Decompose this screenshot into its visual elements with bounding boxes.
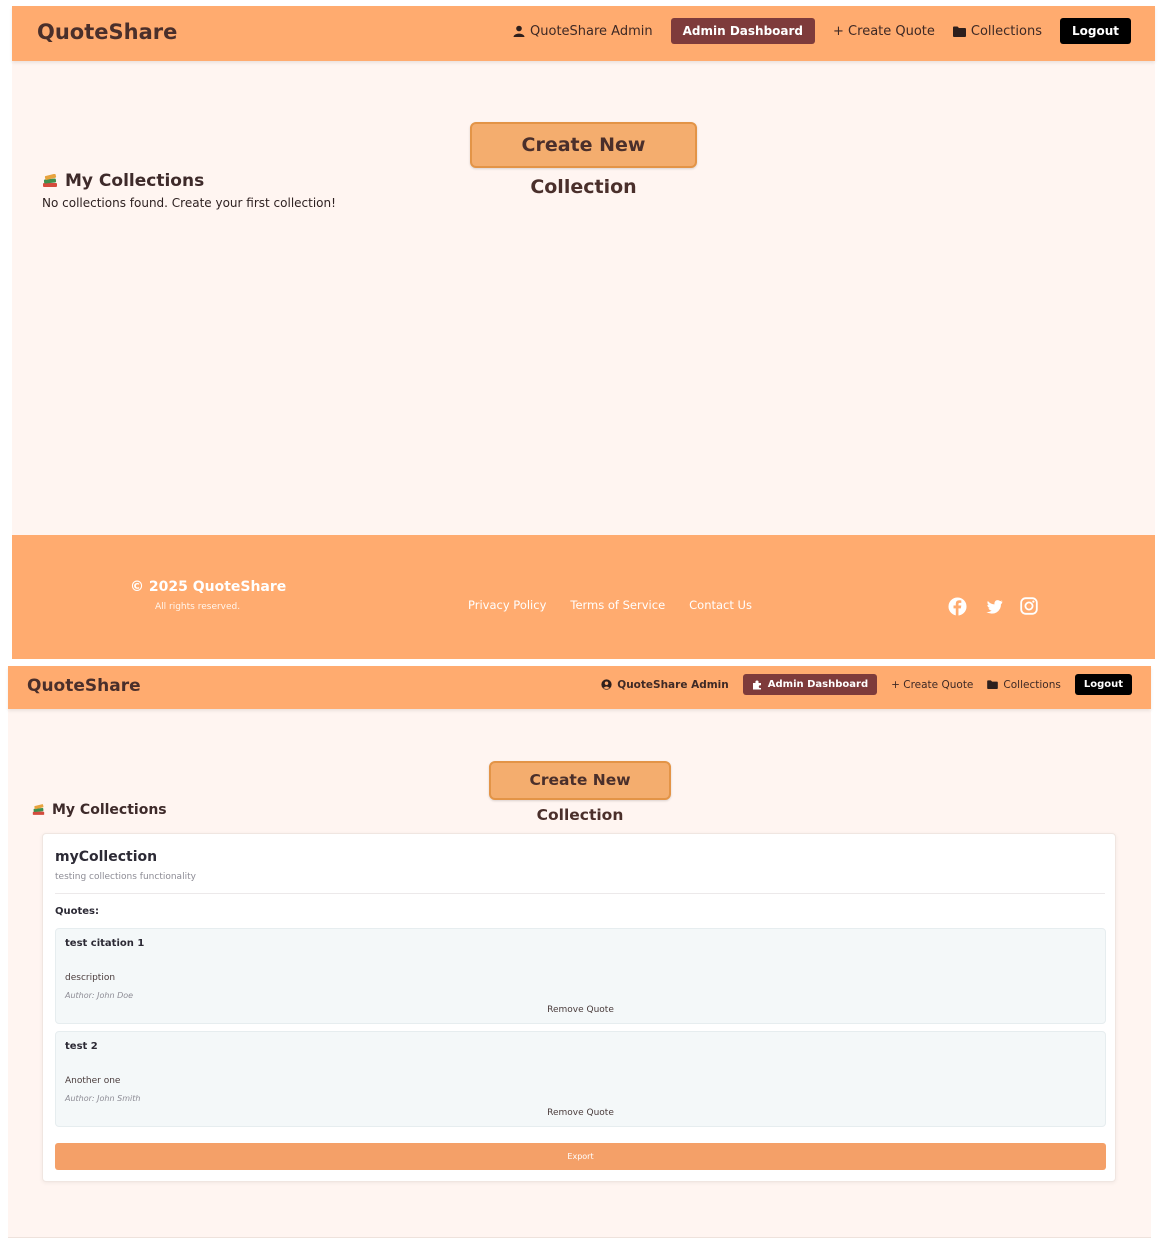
- facebook-icon[interactable]: [948, 597, 967, 616]
- quote-item: test 2 Another one Author: John Smith Re…: [55, 1031, 1106, 1127]
- footer-rights: All rights reserved.: [155, 602, 241, 612]
- nav-links: QuoteShare Admin Admin Dashboard + Creat…: [513, 18, 1131, 44]
- quote-title: test 2: [65, 1041, 98, 1052]
- quote-item: test citation 1 description Author: John…: [55, 928, 1106, 1024]
- collection-name: myCollection: [55, 849, 158, 865]
- section-title-text: My Collections: [65, 171, 205, 191]
- collection-description: testing collections functionality: [55, 872, 196, 882]
- create-quote-link[interactable]: + Create Quote: [891, 679, 973, 691]
- create-new-collection-button[interactable]: Create New Collection: [489, 761, 671, 824]
- collections-link-label: Collections: [1003, 678, 1061, 691]
- logout-button[interactable]: Logout: [1074, 674, 1132, 695]
- footer-links: Privacy Policy Terms of Service Contact …: [468, 598, 752, 612]
- nav-user[interactable]: QuoteShare Admin: [513, 24, 653, 39]
- privacy-policy-link[interactable]: Privacy Policy: [468, 598, 546, 612]
- navbar: QuoteShare QuoteShare Admin Admin Dashbo…: [8, 666, 1151, 709]
- quote-author: Author: John Smith: [65, 1094, 141, 1103]
- navbar: QuoteShare QuoteShare Admin Admin Dashbo…: [12, 6, 1155, 61]
- collections-link-label: Collections: [970, 23, 1042, 39]
- puzzle-icon: [752, 680, 762, 690]
- brand-logo[interactable]: QuoteShare: [37, 20, 177, 44]
- nav-user[interactable]: QuoteShare Admin: [601, 679, 729, 691]
- remove-quote-button[interactable]: Remove Quote: [56, 1005, 1105, 1015]
- nav-user-label: QuoteShare Admin: [530, 23, 653, 39]
- remove-quote-button[interactable]: Remove Quote: [56, 1108, 1105, 1118]
- terms-of-service-link[interactable]: Terms of Service: [570, 598, 665, 612]
- footer: © 2025 QuoteShare All rights reserved. P…: [12, 535, 1155, 659]
- quote-title: test citation 1: [65, 938, 145, 949]
- folder-icon: [952, 26, 966, 37]
- instagram-icon[interactable]: [1020, 597, 1038, 616]
- brand-logo[interactable]: QuoteShare: [27, 676, 141, 696]
- folder-icon: [987, 680, 999, 689]
- user-circle-icon: [601, 679, 612, 690]
- screen-empty-collections: QuoteShare QuoteShare Admin Admin Dashbo…: [12, 6, 1155, 659]
- divider: [55, 893, 1105, 894]
- section-title: My Collections: [42, 171, 204, 191]
- admin-dashboard-button[interactable]: Admin Dashboard: [742, 674, 878, 695]
- quote-author: Author: John Doe: [65, 991, 134, 1000]
- create-quote-link[interactable]: + Create Quote: [833, 24, 935, 39]
- admin-dashboard-label: Admin Dashboard: [767, 679, 869, 690]
- admin-dashboard-button[interactable]: Admin Dashboard: [670, 18, 816, 44]
- collections-link[interactable]: Collections: [952, 23, 1042, 39]
- footer-copyright: © 2025 QuoteShare: [130, 579, 287, 595]
- create-new-collection-button[interactable]: Create New Collection: [470, 122, 697, 198]
- collection-card: myCollection testing collections functio…: [42, 833, 1116, 1182]
- quote-description: Another one: [65, 1076, 121, 1086]
- quotes-label: Quotes:: [55, 906, 100, 917]
- logout-button[interactable]: Logout: [1059, 18, 1131, 44]
- quote-description: description: [65, 973, 116, 983]
- books-icon: [42, 174, 58, 188]
- nav-user-label: QuoteShare Admin: [617, 678, 729, 691]
- nav-links: QuoteShare Admin Admin Dashboard + Creat…: [601, 674, 1132, 695]
- user-icon: [513, 25, 525, 37]
- contact-us-link[interactable]: Contact Us: [689, 598, 752, 612]
- screen-collection-list: QuoteShare QuoteShare Admin Admin Dashbo…: [8, 666, 1151, 1238]
- social-links: [948, 597, 1038, 616]
- section-title-text: My Collections: [52, 802, 167, 818]
- empty-collections-message: No collections found. Create your first …: [42, 196, 336, 210]
- books-icon: [32, 804, 45, 816]
- export-button[interactable]: Export: [55, 1143, 1106, 1170]
- twitter-icon[interactable]: [984, 597, 1003, 616]
- collections-link[interactable]: Collections: [987, 678, 1061, 691]
- section-title: My Collections: [32, 802, 167, 818]
